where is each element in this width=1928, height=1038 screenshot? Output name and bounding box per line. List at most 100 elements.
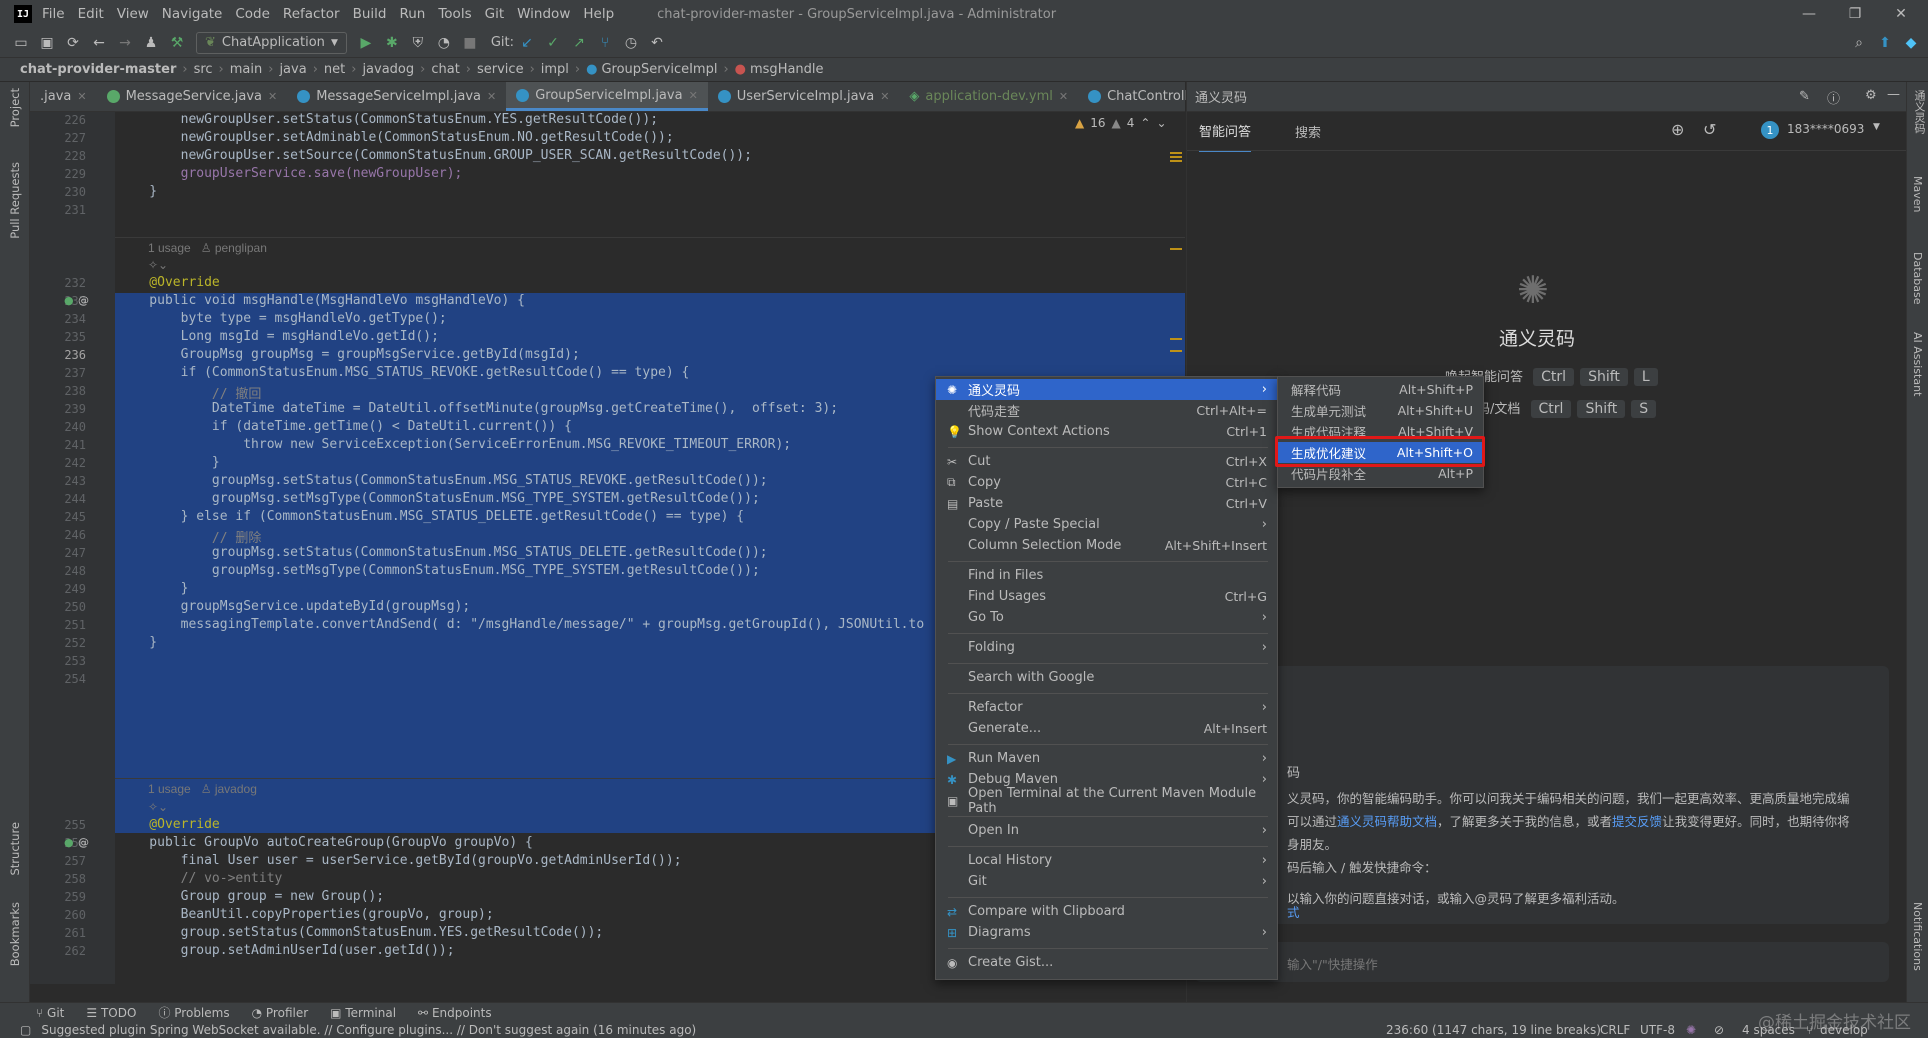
menu-item-search-google[interactable]: Search with Google bbox=[936, 667, 1277, 688]
plugin-icon[interactable]: ◆ bbox=[1898, 30, 1924, 56]
run-config-select[interactable]: ❦ ChatApplication ▼ bbox=[196, 31, 347, 54]
submenu-explain-code[interactable]: 解释代码 Alt+Shift+P bbox=[1278, 379, 1483, 400]
caret-position[interactable]: 236:60 (1147 chars, 19 line breaks) bbox=[1386, 1023, 1601, 1037]
chevron-down-icon[interactable]: ⌄ bbox=[1156, 116, 1166, 130]
project-tool-button[interactable]: Project bbox=[8, 88, 22, 127]
menu-edit[interactable]: Edit bbox=[78, 6, 104, 22]
menu-git[interactable]: Git bbox=[485, 6, 505, 22]
history-icon[interactable]: ◷ bbox=[618, 30, 644, 56]
menu-item-generate[interactable]: Generate... Alt+Insert bbox=[936, 718, 1277, 739]
history-icon[interactable]: ↺ bbox=[1703, 120, 1716, 139]
tab-messageservice[interactable]: MessageService.java ✕ bbox=[97, 82, 288, 111]
stop-icon[interactable]: ■ bbox=[457, 30, 483, 56]
menu-item-refactor[interactable]: Refactor › bbox=[936, 697, 1277, 718]
tab-java[interactable]: .java ✕ bbox=[30, 82, 97, 111]
menu-item-column-selection[interactable]: Column Selection Mode Alt+Shift+Insert bbox=[936, 535, 1277, 556]
add-chat-icon[interactable]: ⊕ bbox=[1671, 120, 1684, 139]
bookmarks-tool-button[interactable]: Bookmarks bbox=[8, 902, 22, 966]
breadcrumb-javadog[interactable]: javadog bbox=[362, 62, 414, 77]
breadcrumb-service[interactable]: service bbox=[477, 62, 524, 77]
menu-tools[interactable]: Tools bbox=[438, 6, 471, 22]
menu-item-find-usages[interactable]: Find Usages Ctrl+G bbox=[936, 586, 1277, 607]
menu-item-tongyi[interactable]: ✺ 通义灵码 › bbox=[936, 379, 1277, 400]
annotation-marker-icon[interactable]: @ bbox=[78, 836, 89, 849]
breadcrumb-project[interactable]: chat-provider-master bbox=[20, 62, 176, 77]
menu-item-code-review[interactable]: 代码走查 Ctrl+Alt+= bbox=[936, 400, 1277, 421]
breadcrumb-impl[interactable]: impl bbox=[541, 62, 569, 77]
implements-marker-icon[interactable]: ● bbox=[64, 836, 74, 849]
tab-smart-qa[interactable]: 智能问答 bbox=[1199, 111, 1252, 152]
open-folder-icon[interactable]: ▭ bbox=[8, 30, 34, 56]
hide-icon[interactable]: — bbox=[1887, 87, 1900, 102]
tongyi-status-icon[interactable]: ✺ bbox=[1686, 1023, 1696, 1037]
gear-icon[interactable]: ⚙ bbox=[1865, 88, 1877, 103]
maven-tool-button[interactable]: Maven bbox=[1911, 176, 1924, 212]
git-branches-icon[interactable]: ⑂ bbox=[592, 30, 618, 56]
breadcrumb-main[interactable]: main bbox=[230, 62, 262, 77]
pull-requests-tool-button[interactable]: Pull Requests bbox=[8, 162, 22, 239]
menu-refactor[interactable]: Refactor bbox=[283, 6, 340, 22]
breadcrumb-class[interactable]: GroupServiceImpl bbox=[601, 62, 717, 77]
structure-tool-button[interactable]: Structure bbox=[8, 822, 22, 876]
chevron-down-icon[interactable]: ▼ bbox=[1873, 122, 1880, 132]
menu-item-local-history[interactable]: Local History › bbox=[936, 850, 1277, 871]
user-avatar[interactable]: 1 bbox=[1761, 121, 1779, 139]
sync-icon[interactable]: ⟳ bbox=[60, 30, 86, 56]
terminal-tool-button[interactable]: ▣ Terminal bbox=[330, 1006, 396, 1020]
menu-view[interactable]: View bbox=[117, 6, 149, 22]
breadcrumb-java[interactable]: java bbox=[279, 62, 306, 77]
menu-item-copy[interactable]: ⧉ Copy Ctrl+C bbox=[936, 472, 1277, 493]
readonly-icon[interactable]: ⊘ bbox=[1714, 1023, 1724, 1037]
feedback-link[interactable]: 提交反馈 bbox=[1612, 814, 1662, 829]
usage-hint[interactable]: 1 usage ♙ penglipan bbox=[148, 241, 267, 255]
menu-item-open-in[interactable]: Open In › bbox=[936, 820, 1277, 841]
chat-input[interactable]: 输入"/"快捷操作 bbox=[1195, 942, 1889, 982]
menu-navigate[interactable]: Navigate bbox=[162, 6, 223, 22]
tab-messageserviceimpl[interactable]: MessageServiceImpl.java ✕ bbox=[287, 82, 506, 111]
menu-item-folding[interactable]: Folding › bbox=[936, 637, 1277, 658]
forward-icon[interactable]: → bbox=[112, 30, 138, 56]
edit-icon[interactable]: ✎ bbox=[1799, 89, 1810, 104]
menu-item-go-to[interactable]: Go To › bbox=[936, 607, 1277, 628]
menu-item-run-maven[interactable]: ▶ Run Maven › bbox=[936, 748, 1277, 769]
notifications-tool-button[interactable]: Notifications bbox=[1911, 902, 1924, 971]
file-encoding[interactable]: UTF-8 bbox=[1640, 1023, 1675, 1037]
menu-item-open-terminal-maven[interactable]: ▣ Open Terminal at the Current Maven Modu… bbox=[936, 786, 1277, 816]
endpoints-tool-button[interactable]: ⚯ Endpoints bbox=[418, 1006, 492, 1020]
minimize-icon[interactable]: — bbox=[1786, 0, 1832, 28]
todo-tool-button[interactable]: ☰ TODO bbox=[86, 1006, 136, 1020]
back-icon[interactable]: ← bbox=[86, 30, 112, 56]
menu-item-paste[interactable]: ▤ Paste Ctrl+V bbox=[936, 493, 1277, 514]
menu-item-find-in-files[interactable]: Find in Files bbox=[936, 565, 1277, 586]
profile-icon[interactable]: ◔ bbox=[431, 30, 457, 56]
menu-item-compare-clipboard[interactable]: ⇄ Compare with Clipboard bbox=[936, 901, 1277, 922]
menu-item-create-gist[interactable]: ◉ Create Gist... bbox=[936, 952, 1277, 973]
close-tab-icon[interactable]: ✕ bbox=[487, 90, 496, 103]
breadcrumb-chat[interactable]: chat bbox=[431, 62, 459, 77]
menu-help[interactable]: Help bbox=[583, 6, 614, 22]
debug-icon[interactable]: ✱ bbox=[379, 30, 405, 56]
help-doc-link[interactable]: 通义灵码帮助文档 bbox=[1337, 814, 1437, 829]
close-tab-icon[interactable]: ✕ bbox=[880, 90, 889, 103]
menu-item-show-context-actions[interactable]: 💡 Show Context Actions Ctrl+1 bbox=[936, 421, 1277, 442]
menu-build[interactable]: Build bbox=[353, 6, 387, 22]
menu-item-cut[interactable]: ✂ Cut Ctrl+X bbox=[936, 451, 1277, 472]
annotation-marker-icon[interactable]: @ bbox=[78, 294, 89, 307]
menu-run[interactable]: Run bbox=[399, 6, 425, 22]
inspection-widget[interactable]: ▲ 16 ▲ 4 ⌃ ⌄ bbox=[1075, 112, 1175, 134]
git-push-icon[interactable]: ↗ bbox=[566, 30, 592, 56]
menu-file[interactable]: File bbox=[42, 6, 65, 22]
restore-icon[interactable]: ❐ bbox=[1832, 0, 1878, 28]
usage-hint[interactable]: 1 usage ♙ javadog bbox=[148, 782, 257, 796]
rollback-icon[interactable]: ↶ bbox=[644, 30, 670, 56]
menu-code[interactable]: Code bbox=[235, 6, 270, 22]
tab-search[interactable]: 搜索 bbox=[1295, 112, 1321, 151]
database-tool-button[interactable]: Database bbox=[1911, 252, 1924, 305]
close-tab-icon[interactable]: ✕ bbox=[77, 90, 86, 103]
user-icon[interactable]: ♟ bbox=[138, 30, 164, 56]
git-tool-button[interactable]: ⑂ Git bbox=[36, 1006, 64, 1020]
close-icon[interactable]: ✕ bbox=[1878, 0, 1924, 28]
status-message[interactable]: Suggested plugin Spring WebSocket availa… bbox=[41, 1023, 696, 1037]
git-update-icon[interactable]: ↙ bbox=[514, 30, 540, 56]
save-icon[interactable]: ▣ bbox=[34, 30, 60, 56]
